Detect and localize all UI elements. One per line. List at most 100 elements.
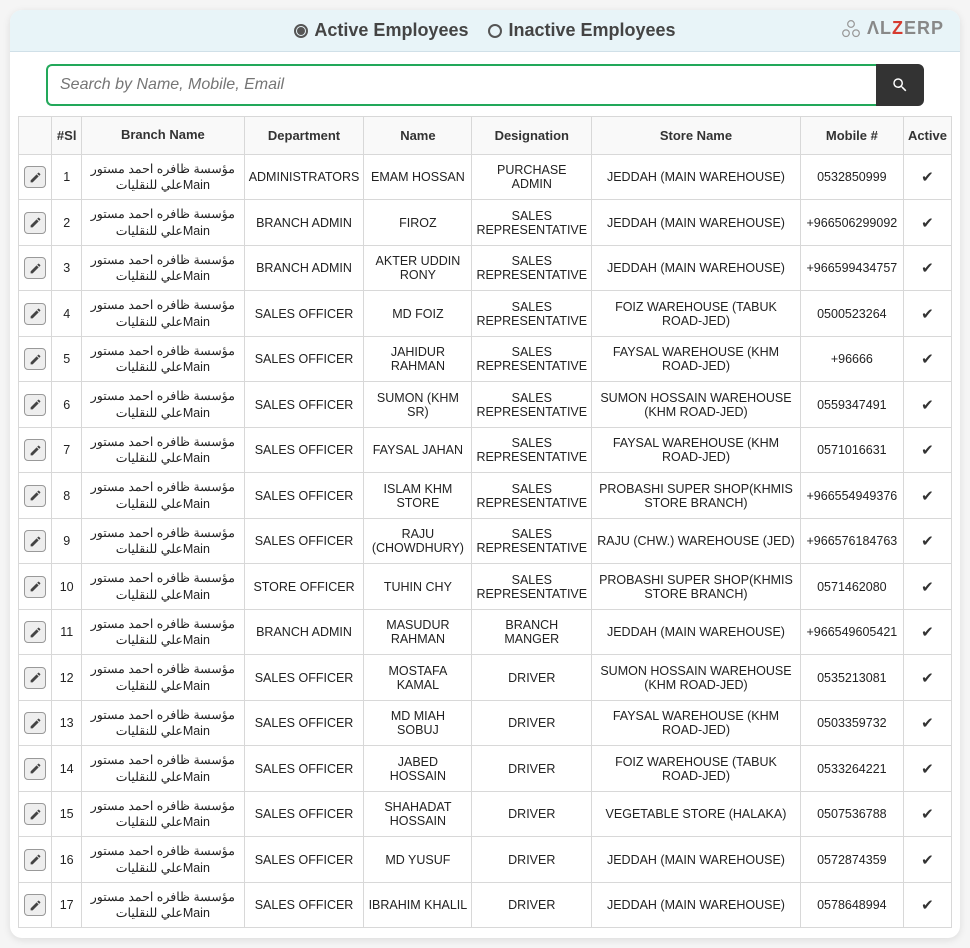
cell-si: 3 <box>52 245 82 291</box>
cell-branch: مؤسسة ظافره احمد مستور علي للنقلياتMain <box>82 564 245 610</box>
cell-branch: مؤسسة ظافره احمد مستور علي للنقلياتMain <box>82 336 245 382</box>
edit-button[interactable] <box>24 803 46 825</box>
cell-desig: SALES REPRESENTATIVE <box>472 427 592 473</box>
cell-mobile: 0572874359 <box>800 837 903 883</box>
cell-si: 6 <box>52 382 82 428</box>
cell-mobile: +966554949376 <box>800 473 903 519</box>
cell-dept: SALES OFFICER <box>244 518 364 564</box>
edit-button[interactable] <box>24 303 46 325</box>
edit-button[interactable] <box>24 394 46 416</box>
cell-branch: مؤسسة ظافره احمد مستور علي للنقلياتMain <box>82 655 245 701</box>
cell-branch: مؤسسة ظافره احمد مستور علي للنقلياتMain <box>82 791 245 837</box>
cell-name: MOSTAFA KAMAL <box>364 655 472 701</box>
edit-button[interactable] <box>24 485 46 507</box>
cell-store: JEDDAH (MAIN WAREHOUSE) <box>592 245 801 291</box>
cell-store: JEDDAH (MAIN WAREHOUSE) <box>592 609 801 655</box>
cell-store: FAYSAL WAREHOUSE (KHM ROAD-JED) <box>592 700 801 746</box>
table-row: 5مؤسسة ظافره احمد مستور علي للنقلياتMain… <box>19 336 952 382</box>
table-row: 9مؤسسة ظافره احمد مستور علي للنقلياتMain… <box>19 518 952 564</box>
cell-branch: مؤسسة ظافره احمد مستور علي للنقلياتMain <box>82 427 245 473</box>
cell-mobile: 0532850999 <box>800 154 903 200</box>
col-mobile: Mobile # <box>800 117 903 155</box>
cell-store: JEDDAH (MAIN WAREHOUSE) <box>592 837 801 883</box>
radio-active-employees[interactable]: Active Employees <box>294 20 468 41</box>
cell-desig: DRIVER <box>472 791 592 837</box>
check-icon: ✔ <box>921 351 934 368</box>
cell-dept: SALES OFFICER <box>244 427 364 473</box>
check-icon: ✔ <box>921 806 934 823</box>
table-row: 17مؤسسة ظافره احمد مستور علي للنقلياتMai… <box>19 882 952 928</box>
panel-header: Active Employees Inactive Employees ΛLZE… <box>10 10 960 52</box>
radio-active-label: Active Employees <box>314 20 468 41</box>
cell-desig: SALES REPRESENTATIVE <box>472 336 592 382</box>
cell-dept: SALES OFFICER <box>244 291 364 337</box>
cell-desig: SALES REPRESENTATIVE <box>472 564 592 610</box>
table-row: 1مؤسسة ظافره احمد مستور علي للنقلياتMain… <box>19 154 952 200</box>
edit-button[interactable] <box>24 758 46 780</box>
cell-store: FOIZ WAREHOUSE (TABUK ROAD-JED) <box>592 291 801 337</box>
cell-si: 14 <box>52 746 82 792</box>
check-icon: ✔ <box>921 897 934 914</box>
cell-dept: SALES OFFICER <box>244 700 364 746</box>
col-dept: Department <box>244 117 364 155</box>
edit-button[interactable] <box>24 530 46 552</box>
table-row: 7مؤسسة ظافره احمد مستور علي للنقلياتMain… <box>19 427 952 473</box>
check-icon: ✔ <box>921 215 934 232</box>
cell-si: 13 <box>52 700 82 746</box>
cell-name: MD YUSUF <box>364 837 472 883</box>
cell-mobile: +966599434757 <box>800 245 903 291</box>
cell-branch: مؤسسة ظافره احمد مستور علي للنقلياتMain <box>82 837 245 883</box>
edit-button[interactable] <box>24 166 46 188</box>
edit-button[interactable] <box>24 849 46 871</box>
search-bar <box>10 52 960 112</box>
edit-button[interactable] <box>24 576 46 598</box>
employees-table: #Sl Branch Name Department Name Designat… <box>18 116 952 928</box>
cell-branch: مؤسسة ظافره احمد مستور علي للنقلياتMain <box>82 291 245 337</box>
cell-si: 5 <box>52 336 82 382</box>
cell-si: 15 <box>52 791 82 837</box>
cell-store: RAJU (CHW.) WAREHOUSE (JED) <box>592 518 801 564</box>
logo-icon <box>841 19 861 39</box>
employees-panel: Active Employees Inactive Employees ΛLZE… <box>10 10 960 938</box>
cell-mobile: 0559347491 <box>800 382 903 428</box>
table-row: 16مؤسسة ظافره احمد مستور علي للنقلياتMai… <box>19 837 952 883</box>
cell-dept: BRANCH ADMIN <box>244 245 364 291</box>
cell-desig: SALES REPRESENTATIVE <box>472 518 592 564</box>
cell-dept: ADMINISTRATORS <box>244 154 364 200</box>
col-store: Store Name <box>592 117 801 155</box>
col-si: #Sl <box>52 117 82 155</box>
check-icon: ✔ <box>921 442 934 459</box>
edit-button[interactable] <box>24 621 46 643</box>
edit-button[interactable] <box>24 439 46 461</box>
search-button[interactable] <box>876 64 924 106</box>
check-icon: ✔ <box>921 260 934 277</box>
edit-button[interactable] <box>24 894 46 916</box>
cell-mobile: 0578648994 <box>800 882 903 928</box>
cell-store: FAYSAL WAREHOUSE (KHM ROAD-JED) <box>592 427 801 473</box>
cell-si: 7 <box>52 427 82 473</box>
cell-branch: مؤسسة ظافره احمد مستور علي للنقلياتMain <box>82 746 245 792</box>
edit-button[interactable] <box>24 348 46 370</box>
cell-name: SUMON (KHM SR) <box>364 382 472 428</box>
cell-mobile: 0500523264 <box>800 291 903 337</box>
edit-button[interactable] <box>24 257 46 279</box>
edit-button[interactable] <box>24 712 46 734</box>
cell-branch: مؤسسة ظافره احمد مستور علي للنقلياتMain <box>82 200 245 246</box>
search-input[interactable] <box>46 64 876 106</box>
cell-desig: DRIVER <box>472 700 592 746</box>
cell-store: JEDDAH (MAIN WAREHOUSE) <box>592 882 801 928</box>
edit-button[interactable] <box>24 212 46 234</box>
table-row: 10مؤسسة ظافره احمد مستور علي للنقلياتMai… <box>19 564 952 610</box>
cell-desig: SALES REPRESENTATIVE <box>472 473 592 519</box>
cell-mobile: 0533264221 <box>800 746 903 792</box>
table-row: 8مؤسسة ظافره احمد مستور علي للنقلياتMain… <box>19 473 952 519</box>
radio-inactive-employees[interactable]: Inactive Employees <box>488 20 675 41</box>
cell-name: SHAHADAT HOSSAIN <box>364 791 472 837</box>
cell-name: JABED HOSSAIN <box>364 746 472 792</box>
cell-name: MD FOIZ <box>364 291 472 337</box>
logo-text-2: Z <box>892 18 904 38</box>
cell-mobile: +96666 <box>800 336 903 382</box>
cell-dept: SALES OFFICER <box>244 473 364 519</box>
cell-branch: مؤسسة ظافره احمد مستور علي للنقلياتMain <box>82 882 245 928</box>
edit-button[interactable] <box>24 667 46 689</box>
